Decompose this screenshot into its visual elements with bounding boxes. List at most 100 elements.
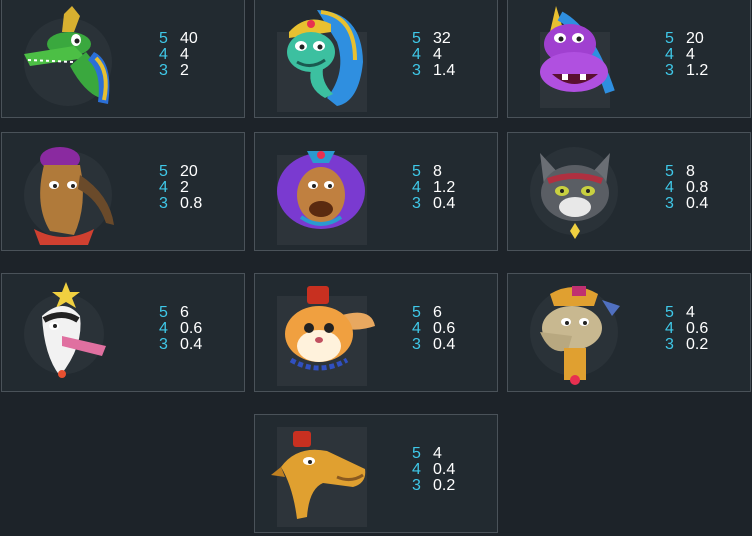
- match-count: 3: [412, 195, 421, 212]
- match-count: 4: [159, 320, 168, 337]
- payout-row: 5 20: [159, 164, 202, 180]
- hippo-icon: [520, 2, 628, 116]
- payout-row: 54: [412, 446, 455, 462]
- payout-row: 4 0.6: [665, 321, 708, 337]
- match-count: 5: [412, 163, 421, 180]
- payout-value: 2: [180, 179, 189, 196]
- match-count: 5: [665, 30, 674, 47]
- payout-row: 44: [412, 47, 455, 63]
- match-count: 3: [665, 62, 674, 79]
- match-count: 4: [665, 179, 674, 196]
- symbol-card-lion: 58 4 1.2 3 0.4: [254, 132, 498, 251]
- match-count: 3: [159, 336, 168, 353]
- cat-icon: [520, 135, 628, 249]
- payout-value: 0.4: [180, 336, 203, 353]
- payout-value: 20: [686, 30, 704, 47]
- payout-value: 1.4: [433, 62, 456, 79]
- match-count: 5: [412, 445, 421, 462]
- match-count: 3: [159, 195, 168, 212]
- payout-row: 3 0.4: [412, 337, 455, 353]
- payout-row: 3 0.4: [412, 196, 455, 212]
- match-count: 4: [159, 46, 168, 63]
- payout-row: 4 1.2: [412, 180, 455, 196]
- hamster-icon: [267, 276, 375, 390]
- match-count: 4: [665, 320, 674, 337]
- payout-row: 5 40: [159, 31, 198, 47]
- payout-row: 4 0.8: [665, 180, 708, 196]
- symbol-card-hippo: 5 20 44 3 1.2: [507, 0, 751, 118]
- payout-value: 0.6: [686, 320, 709, 337]
- llama-icon: [520, 276, 628, 390]
- payout-row: 44: [665, 47, 708, 63]
- goat-icon: [14, 135, 122, 249]
- payout-value: 6: [180, 304, 189, 321]
- payout-row: 3 0.2: [412, 478, 455, 494]
- symbol-card-goat: 5 20 42 3 0.8: [1, 132, 245, 251]
- payout-row: 5 32: [412, 31, 455, 47]
- payout-value: 40: [180, 30, 198, 47]
- payout-list: 56 4 0.6 3 0.4: [412, 305, 455, 353]
- match-count: 5: [412, 304, 421, 321]
- payout-list: 5 20 42 3 0.8: [159, 164, 202, 212]
- match-count: 3: [412, 336, 421, 353]
- match-count: 4: [412, 46, 421, 63]
- payout-row: 4 0.4: [412, 462, 455, 478]
- payout-value: 0.8: [686, 179, 709, 196]
- match-count: 3: [159, 62, 168, 79]
- match-count: 3: [665, 336, 674, 353]
- payout-row: 56: [412, 305, 455, 321]
- payout-value: 0.6: [180, 320, 203, 337]
- lion-icon: [267, 135, 375, 249]
- symbol-card-hamster: 56 4 0.6 3 0.4: [254, 273, 498, 392]
- match-count: 5: [159, 163, 168, 180]
- payout-list: 54 4 0.6 3 0.2: [665, 305, 708, 353]
- payout-value: 4: [686, 46, 695, 63]
- payout-value: 4: [433, 445, 442, 462]
- match-count: 5: [412, 30, 421, 47]
- payout-value: 0.8: [180, 195, 203, 212]
- payout-row: 3 0.4: [159, 337, 202, 353]
- payout-value: 4: [433, 46, 442, 63]
- payout-row: 58: [412, 164, 455, 180]
- symbol-card-ibis: 56 4 0.6 3 0.4: [1, 273, 245, 392]
- payout-value: 4: [180, 46, 189, 63]
- ibis-bird-icon: [14, 276, 122, 390]
- payout-value: 2: [180, 62, 189, 79]
- crocodile-pharaoh-icon: [14, 2, 122, 116]
- symbol-card-crocodile: 5 40 44 32: [1, 0, 245, 118]
- payout-row: 58: [665, 164, 708, 180]
- payout-row: 3 0.2: [665, 337, 708, 353]
- payout-value: 8: [686, 163, 695, 180]
- payout-value: 0.4: [433, 195, 456, 212]
- payout-row: 54: [665, 305, 708, 321]
- payout-value: 1.2: [433, 179, 456, 196]
- payout-row: 32: [159, 63, 198, 79]
- symbol-card-cat: 58 4 0.8 3 0.4: [507, 132, 751, 251]
- payout-value: 8: [433, 163, 442, 180]
- payout-value: 1.2: [686, 62, 709, 79]
- payout-row: 4 0.6: [412, 321, 455, 337]
- symbol-card-cobra: 5 32 44 3 1.4: [254, 0, 498, 118]
- payout-row: 4 0.6: [159, 321, 202, 337]
- payout-value: 0.4: [686, 195, 709, 212]
- match-count: 5: [159, 304, 168, 321]
- payout-row: 3 1.2: [665, 63, 708, 79]
- match-count: 5: [665, 163, 674, 180]
- payout-row: 3 0.4: [665, 196, 708, 212]
- match-count: 4: [159, 179, 168, 196]
- payout-row: 3 0.8: [159, 196, 202, 212]
- payout-value: 0.2: [433, 477, 456, 494]
- payout-value: 6: [433, 304, 442, 321]
- payout-row: 44: [159, 47, 198, 63]
- match-count: 5: [159, 30, 168, 47]
- match-count: 4: [412, 320, 421, 337]
- payout-row: 5 20: [665, 31, 708, 47]
- payout-value: 4: [686, 304, 695, 321]
- match-count: 3: [412, 477, 421, 494]
- payout-list: 58 4 1.2 3 0.4: [412, 164, 455, 212]
- match-count: 5: [665, 304, 674, 321]
- payout-value: 0.6: [433, 320, 456, 337]
- match-count: 4: [412, 179, 421, 196]
- payout-list: 54 4 0.4 3 0.2: [412, 446, 455, 494]
- match-count: 4: [412, 461, 421, 478]
